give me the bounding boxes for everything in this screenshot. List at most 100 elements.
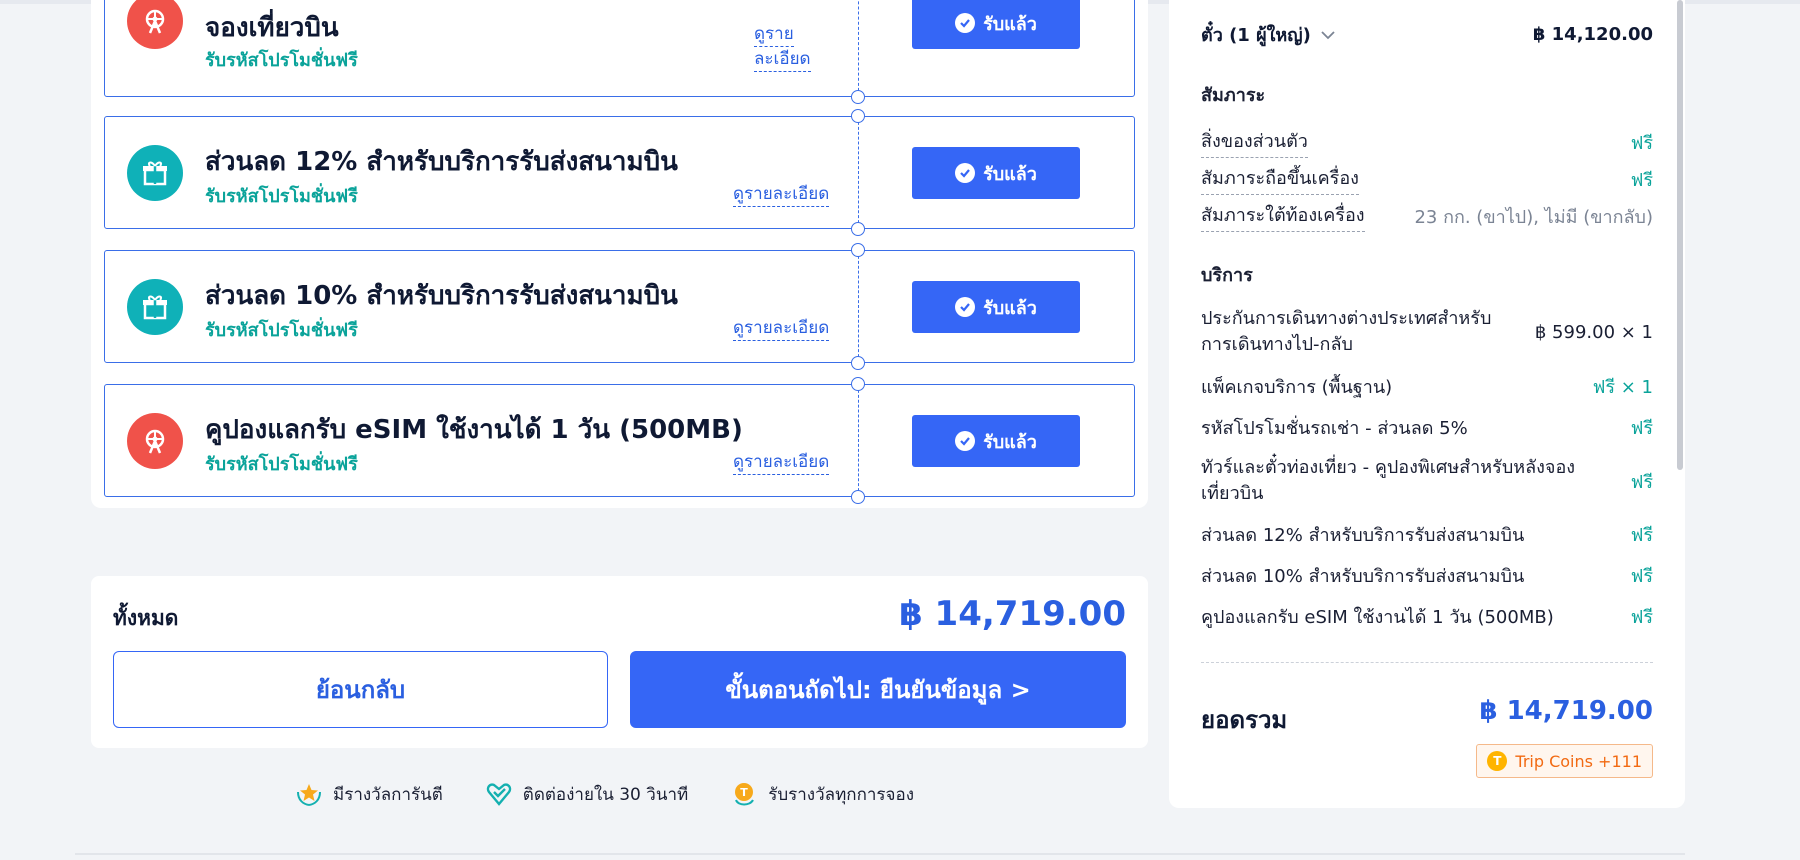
- badge-contact: ติดต่อง่ายใน 30 วินาที: [485, 780, 688, 808]
- badge-label: มีรางวัลการันตี: [333, 784, 443, 805]
- summary-divider: [1201, 662, 1653, 663]
- svg-text:T: T: [740, 786, 748, 799]
- service-row: ส่วนลด 10% สำหรับบริการรับส่งสนามบิน ฟรี: [1201, 561, 1653, 590]
- total-label: ทั้งหมด: [113, 606, 179, 630]
- claimed-label: รับแล้ว: [983, 297, 1037, 319]
- claimed-label: รับแล้ว: [983, 431, 1037, 453]
- ferris-wheel-icon: [127, 0, 183, 49]
- ferris-wheel-icon: [127, 413, 183, 469]
- total-amount: ฿ 14,719.00: [899, 594, 1126, 634]
- service-label: ส่วนลด 12% สำหรับบริการรับส่งสนามบิน: [1201, 525, 1525, 546]
- footer-border: [75, 853, 1685, 855]
- services-heading: บริการ: [1201, 265, 1253, 286]
- coupon-notch: [851, 377, 865, 391]
- check-circle-icon: [955, 163, 976, 183]
- badge-reward-booking: T รับรางวัลทุกการจอง: [730, 780, 914, 808]
- ticket-label-text: ตั๋ว (1 ผู้ใหญ่): [1201, 25, 1311, 46]
- service-row: แพ็คเกจบริการ (พื้นฐาน) ฟรี × 1: [1201, 372, 1653, 401]
- chevron-down-icon: [1321, 24, 1335, 45]
- claimed-label: รับแล้ว: [983, 163, 1037, 185]
- check-circle-icon: [955, 431, 976, 451]
- coupon-subtitle: รับรหัสโปรโมชั่นฟรี: [205, 50, 358, 71]
- coupon-subtitle: รับรหัสโปรโมชั่นฟรี: [205, 320, 358, 341]
- service-value: ฟรี × 1: [1592, 377, 1653, 398]
- service-value: ฟรี: [1630, 607, 1653, 628]
- price-summary-panel: ตั๋ว (1 ผู้ใหญ่) ฿ 14,120.00 สัมภาระ สิ่…: [1169, 0, 1685, 808]
- trip-coins-badge: T Trip Coins +111: [1476, 744, 1653, 778]
- coupon-title: ส่วนลด 10% สำหรับบริการรับส่งสนามบิน: [205, 281, 678, 311]
- coupon-divider: [858, 251, 859, 362]
- check-circle-icon: [955, 13, 976, 33]
- service-row: คูปองแลกรับ eSIM ใช้งานได้ 1 วัน (500MB)…: [1201, 602, 1653, 631]
- service-label-line: ประกันการเดินทางต่างประเทศสำหรับ: [1201, 308, 1492, 329]
- baggage-label[interactable]: สัมภาระถือขึ้นเครื่อง: [1201, 163, 1359, 195]
- coupon-card-airport-10: ส่วนลด 10% สำหรับบริการรับส่งสนามบิน รับ…: [104, 243, 1135, 370]
- total-box: ทั้งหมด ฿ 14,719.00 ย้อนกลับ ขั้นตอนถัดไ…: [91, 576, 1148, 748]
- claimed-label: รับแล้ว: [983, 13, 1037, 35]
- coupon-divider: [858, 117, 859, 228]
- badge-label: ติดต่อง่ายใน 30 วินาที: [522, 784, 689, 805]
- baggage-row: สัมภาระใต้ท้องเครื่อง 23 กก. (ขาไป), ไม่…: [1201, 200, 1653, 232]
- service-row: ส่วนลด 12% สำหรับบริการรับส่งสนามบิน ฟรี: [1201, 520, 1653, 549]
- badge-reward-guarantee: มีรางวัลการันตี: [295, 780, 443, 808]
- coupon-card-esim: คูปองแลกรับ eSIM ใช้งานได้ 1 วัน (500MB)…: [104, 377, 1135, 504]
- service-value: ฟรี: [1630, 525, 1653, 546]
- coupon-notch: [851, 490, 865, 504]
- grand-total-label: ยอดรวม: [1201, 706, 1288, 734]
- service-label-line: การเดินทางไป-กลับ: [1201, 334, 1353, 355]
- check-circle-icon: [955, 297, 976, 317]
- baggage-label[interactable]: สิ่งของส่วนตัว: [1201, 126, 1308, 158]
- coin-icon: T: [730, 780, 758, 808]
- ticket-value: ฿ 14,120.00: [1532, 24, 1653, 45]
- coupon-divider: [858, 385, 859, 496]
- coupon-notch: [851, 90, 865, 104]
- service-label: ทัวร์และตั๋วท่องเที่ยว - คูปองพิเศษสำหรั…: [1201, 455, 1575, 507]
- coupon-divider: [858, 0, 859, 96]
- ticket-label: ตั๋ว (1 ผู้ใหญ่): [1201, 20, 1335, 49]
- coupon-notch: [851, 243, 865, 257]
- gift-icon: [127, 279, 183, 335]
- grand-total-value: ฿ 14,719.00: [1479, 696, 1653, 726]
- coupon-title: คูปองแลกรับ eSIM ใช้งานได้ 1 วัน (500MB): [205, 415, 743, 445]
- baggage-row: สัมภาระถือขึ้นเครื่อง ฟรี: [1201, 163, 1653, 195]
- next-step-button[interactable]: ขั้นตอนถัดไป: ยืนยันข้อมูล >: [630, 651, 1126, 728]
- claimed-button[interactable]: รับแล้ว: [912, 281, 1080, 333]
- back-button[interactable]: ย้อนกลับ: [113, 651, 608, 728]
- baggage-value: ฟรี: [1630, 169, 1653, 191]
- service-label: ประกันการเดินทางต่างประเทศสำหรับ การเดิน…: [1201, 306, 1491, 358]
- service-label: รหัสโปรโมชั่นรถเช่า - ส่วนลด 5%: [1201, 418, 1468, 439]
- laurel-star-icon: [295, 780, 323, 808]
- details-link[interactable]: ดูราย: [754, 23, 794, 47]
- details-link[interactable]: ดูรายละเอียด: [733, 183, 830, 207]
- details-link[interactable]: ดูรายละเอียด: [733, 451, 830, 475]
- service-label: ส่วนลด 10% สำหรับบริการรับส่งสนามบิน: [1201, 566, 1525, 587]
- service-value: ฟรี: [1630, 566, 1653, 587]
- coupon-notch: [851, 222, 865, 236]
- baggage-heading: สัมภาระ: [1201, 85, 1266, 106]
- details-link[interactable]: ละเอียด: [754, 48, 811, 72]
- baggage-label[interactable]: สัมภาระใต้ท้องเครื่อง: [1201, 200, 1365, 232]
- coupon-card-flight: จองเที่ยวบิน รับรหัสโปรโมชั่นฟรี ดูราย ล…: [104, 0, 1135, 104]
- heart-check-icon: [485, 780, 513, 808]
- baggage-row: สิ่งของส่วนตัว ฟรี: [1201, 126, 1653, 158]
- coupon-subtitle: รับรหัสโปรโมชั่นฟรี: [205, 454, 358, 475]
- details-link[interactable]: ดูรายละเอียด: [733, 317, 830, 341]
- coupon-notch: [851, 109, 865, 123]
- claimed-button[interactable]: รับแล้ว: [912, 415, 1080, 467]
- trip-coins-label: Trip Coins +111: [1515, 751, 1642, 771]
- service-label: แพ็คเกจบริการ (พื้นฐาน): [1201, 377, 1393, 398]
- service-value: ฟรี: [1630, 418, 1653, 439]
- coupon-notch: [851, 356, 865, 370]
- trust-badges: มีรางวัลการันตี ติดต่อง่ายใน 30 วินาที T…: [295, 780, 956, 808]
- coupon-card-airport-12: ส่วนลด 12% สำหรับบริการรับส่งสนามบิน รับ…: [104, 109, 1135, 236]
- ticket-row[interactable]: ตั๋ว (1 ผู้ใหญ่) ฿ 14,120.00: [1201, 20, 1653, 49]
- badge-label: รับรางวัลทุกการจอง: [768, 784, 915, 805]
- claimed-button[interactable]: รับแล้ว: [912, 0, 1080, 49]
- summary-scrollbar[interactable]: [1677, 0, 1683, 470]
- service-label: คูปองแลกรับ eSIM ใช้งานได้ 1 วัน (500MB): [1201, 607, 1554, 628]
- service-label-line: ทัวร์และตั๋วท่องเที่ยว - คูปองพิเศษสำหรั…: [1201, 457, 1576, 478]
- baggage-value: 23 กก. (ขาไป), ไม่มี (ขากลับ): [1414, 206, 1653, 228]
- gift-icon: [127, 145, 183, 201]
- claimed-button[interactable]: รับแล้ว: [912, 147, 1080, 199]
- service-row: ทัวร์และตั๋วท่องเที่ยว - คูปองพิเศษสำหรั…: [1201, 455, 1653, 507]
